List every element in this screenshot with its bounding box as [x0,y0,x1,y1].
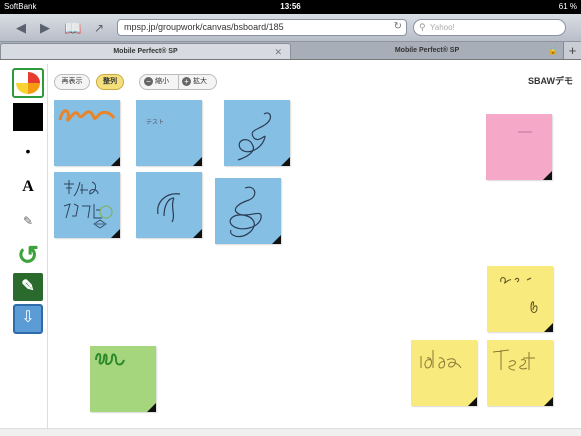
download-icon: ⇩ [13,304,43,334]
sticky-note[interactable] [224,100,290,166]
brand-label: SBAWデモ [527,76,573,86]
zoom-divider [178,75,179,89]
tab-second[interactable]: Mobile Perfect® SP 🔒 [292,43,562,59]
bookmarks-icon[interactable]: 📖 [64,20,82,36]
undo-icon[interactable]: ↺ [12,240,44,270]
new-tab-button[interactable]: + [563,42,581,59]
sticky-note[interactable] [486,114,552,180]
pen-size-tool[interactable]: • [12,136,44,166]
shrink-button[interactable]: − 縮小 [144,75,169,89]
forward-arrow-icon[interactable]: ▶ [36,20,54,36]
url-text: mpsp.jp/groupwork/canvas/bsboard/185 [124,22,284,32]
black-color-tool[interactable] [12,102,44,132]
save-tool[interactable]: ⇩ [12,304,44,334]
tab-first[interactable]: Mobile Perfect® SP ✕ [0,43,291,59]
shrink-label: 縮小 [155,78,169,85]
draw-tool[interactable]: ✎ [12,272,44,302]
url-field[interactable]: mpsp.jp/groupwork/canvas/bsboard/185 ↻ [117,19,407,36]
redisplay-button[interactable]: 再表示 [54,74,90,90]
arrange-button[interactable]: 整列 [96,74,124,90]
color-picker-tool[interactable] [12,68,44,98]
zoom-controls: − 縮小 + 拡大 [139,74,217,90]
eraser-icon[interactable]: ✎ [12,206,44,236]
clock: 13:56 [280,2,301,11]
reload-icon[interactable]: ↻ [394,21,402,32]
lock-icon: 🔒 [548,46,558,55]
sticky-note[interactable] [215,178,281,244]
tab-label: Mobile Perfect® SP [113,48,178,55]
share-icon[interactable]: ↗ [90,20,108,36]
sticky-note[interactable] [487,340,553,406]
enlarge-button[interactable]: + 拡大 [182,75,207,89]
note-text: テスト [146,120,165,126]
bottom-bar [0,428,581,436]
tab-label: Mobile Perfect® SP [394,47,460,54]
text-tool[interactable]: A [12,172,44,202]
enlarge-label: 拡大 [193,78,207,85]
minus-icon: − [144,77,153,86]
plus-icon: + [182,77,191,86]
color-wheel-icon [16,72,40,94]
sticky-note[interactable] [54,100,120,166]
sticky-note[interactable] [411,340,477,406]
black-swatch [13,103,43,131]
search-field[interactable]: ⚲ Yahoo! [413,19,566,36]
sticky-note[interactable] [54,172,120,238]
pen-icon: ✎ [13,273,43,301]
sticky-note[interactable] [487,266,553,332]
search-placeholder: Yahoo! [430,23,455,32]
close-tab-icon[interactable]: ✕ [274,44,282,60]
sticky-note[interactable] [136,172,202,238]
status-bar: SoftBank 13:56 61 % [0,0,581,14]
sticky-note[interactable]: テスト [136,100,202,166]
back-arrow-icon[interactable]: ◀ [12,20,30,36]
tool-palette: • A ✎ ↺ ✎ ⇩ [8,64,48,428]
search-icon: ⚲ [419,22,426,32]
sticky-note[interactable] [90,346,156,412]
battery-indicator: 61 % [558,2,577,11]
tabs-bar: Mobile Perfect® SP ✕ Mobile Perfect® SP … [0,42,581,60]
browser-toolbar: ◀ ▶ 📖 ↗ mpsp.jp/groupwork/canvas/bsboard… [0,14,581,42]
